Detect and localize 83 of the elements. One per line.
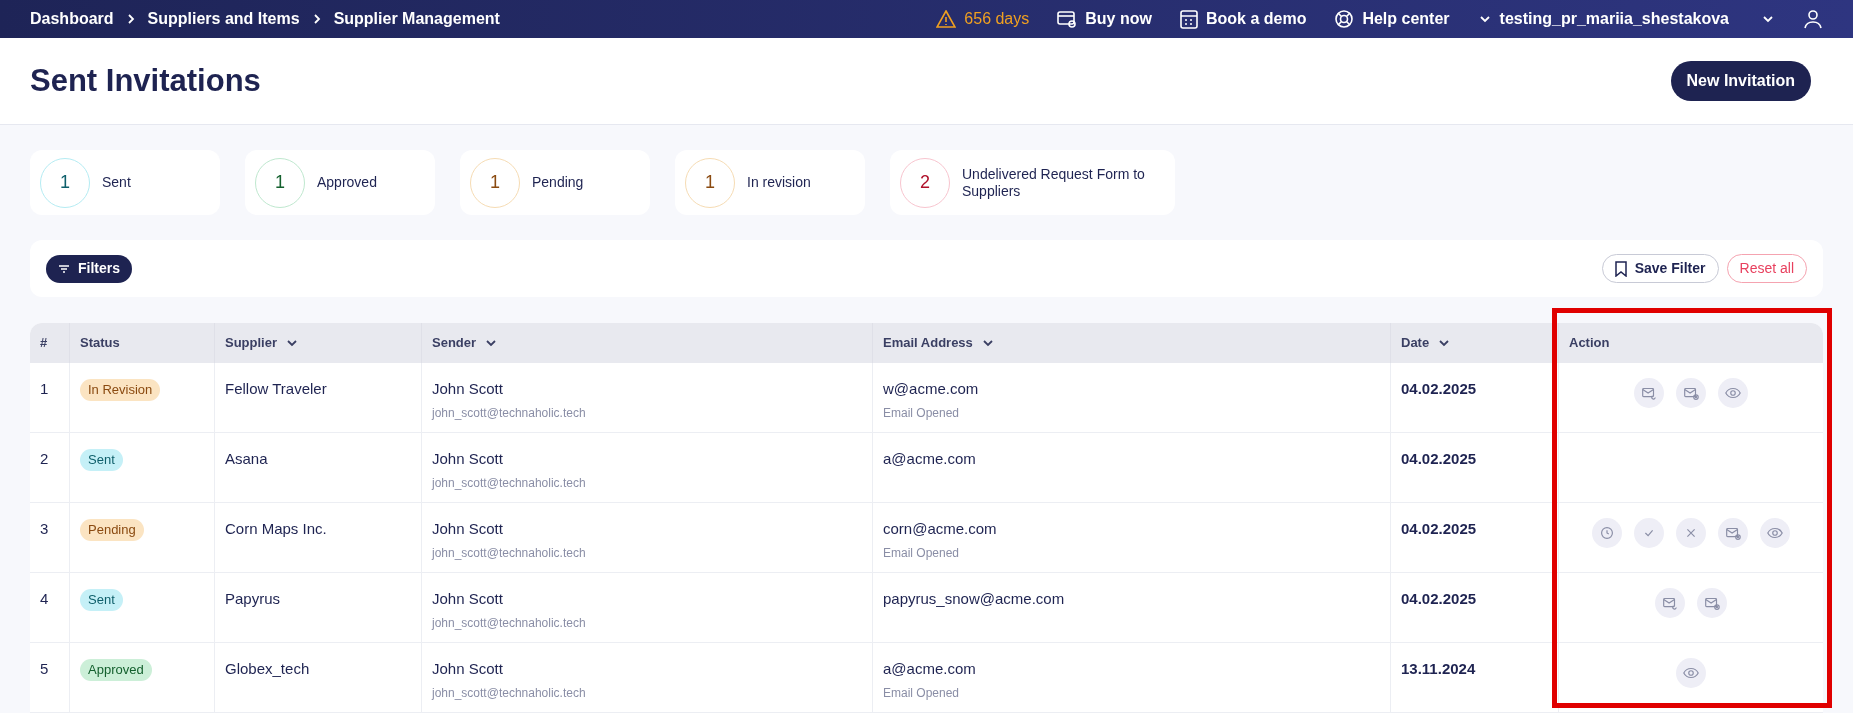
email-address: a@acme.com [883, 449, 977, 469]
date-text: 04.02.2025 [1401, 450, 1477, 467]
chevron-right-icon [311, 13, 322, 25]
row-number: 2 [40, 450, 49, 467]
row-number: 4 [40, 590, 49, 607]
column-header: Action [1568, 334, 1611, 353]
view-button[interactable] [1760, 518, 1790, 548]
user-icon[interactable] [1803, 9, 1823, 29]
status-badge: Approved [80, 659, 152, 681]
date-text: 04.02.2025 [1401, 380, 1477, 397]
sender-email: john_scott@technaholic.tech [432, 614, 587, 632]
email-address: papyrus_snow@acme.com [883, 589, 1066, 609]
column-header[interactable]: Sender [422, 323, 873, 363]
clock-button[interactable] [1592, 518, 1622, 548]
view-button[interactable] [1718, 378, 1748, 408]
new-invitation-button[interactable]: New Invitation [1670, 61, 1811, 101]
save-filter-button[interactable]: Save Filter [1601, 254, 1719, 283]
card-label: Undelivered Request Form to Suppliers [962, 165, 1146, 200]
card-label: Approved [317, 174, 377, 191]
status-badge: Sent [80, 449, 123, 471]
date-text: 04.02.2025 [1401, 590, 1477, 607]
row-number: 5 [40, 660, 49, 677]
column-header: # [30, 323, 70, 363]
bookmark-icon [1614, 260, 1627, 277]
check-button[interactable] [1634, 518, 1664, 548]
row-number: 1 [40, 380, 49, 397]
calendar-icon [1179, 9, 1198, 29]
status-badge: Pending [80, 519, 144, 541]
trial-days: 656 days [964, 7, 1030, 31]
column-header[interactable]: Date [1391, 323, 1559, 363]
book-demo-link[interactable]: Book a demo [1179, 7, 1307, 31]
sender-name: John Scott [432, 519, 504, 539]
supplier-name: Globex_tech [225, 660, 310, 677]
filter-icon [58, 263, 70, 274]
sender-name: John Scott [432, 449, 504, 469]
view-button[interactable] [1676, 658, 1706, 688]
card-icon [1057, 10, 1078, 28]
mail-refresh-button[interactable] [1655, 588, 1685, 618]
column-header[interactable]: Supplier [215, 323, 422, 363]
help-center-link[interactable]: Help center [1334, 7, 1450, 31]
sender-name: John Scott [432, 659, 504, 679]
email-address: a@acme.com [883, 659, 977, 679]
chevron-right-icon [125, 13, 136, 25]
sender-name: John Scott [432, 589, 504, 609]
card-label: Sent [102, 174, 131, 191]
email-address: w@acme.com [883, 379, 980, 399]
mail-x-button[interactable] [1697, 588, 1727, 618]
date-text: 13.11.2024 [1401, 660, 1476, 677]
page-title: Sent Invitations [30, 61, 261, 100]
supplier-name: Corn Maps Inc. [225, 520, 327, 537]
email-status: Email Opened [883, 404, 961, 422]
supplier-name: Fellow Traveler [225, 380, 327, 397]
breadcrumb-link[interactable]: Suppliers and Items [147, 7, 300, 31]
mail-refresh-button[interactable] [1634, 378, 1664, 408]
mail-x-button[interactable] [1676, 378, 1706, 408]
column-header[interactable]: Email Address [873, 323, 1391, 363]
card-label: Pending [532, 174, 584, 191]
date-text: 04.02.2025 [1401, 520, 1477, 537]
warning-icon [936, 10, 957, 28]
sender-email: john_scott@technaholic.tech [432, 474, 587, 492]
buy-now-link[interactable]: Buy now [1057, 7, 1152, 31]
status-badge: Sent [80, 589, 123, 611]
lifebuoy-icon [1334, 9, 1355, 29]
user-menu[interactable]: testing_pr_mariia_shestakova [1477, 7, 1775, 31]
sender-email: john_scott@technaholic.tech [432, 684, 587, 702]
email-status: Email Opened [883, 544, 961, 562]
email-status: Email Opened [883, 684, 961, 702]
sender-email: john_scott@technaholic.tech [432, 404, 587, 422]
row-number: 3 [40, 520, 49, 537]
email-address: corn@acme.com [883, 519, 998, 539]
card-label: In revision [747, 174, 811, 191]
reset-all-button[interactable]: Reset all [1726, 254, 1807, 283]
sender-email: john_scott@technaholic.tech [432, 544, 587, 562]
clock-icon [1598, 524, 1616, 542]
filters-button[interactable]: Filters [46, 254, 132, 283]
mail-x-button[interactable] [1718, 518, 1748, 548]
column-header: Status [70, 323, 215, 363]
supplier-name: Papyrus [225, 590, 281, 607]
sender-name: John Scott [432, 379, 504, 399]
breadcrumb-link[interactable]: Dashboard [30, 7, 114, 31]
status-badge: In Revision [80, 379, 161, 401]
supplier-name: Asana [225, 450, 268, 467]
breadcrumb-link[interactable]: Supplier Management [333, 7, 500, 31]
